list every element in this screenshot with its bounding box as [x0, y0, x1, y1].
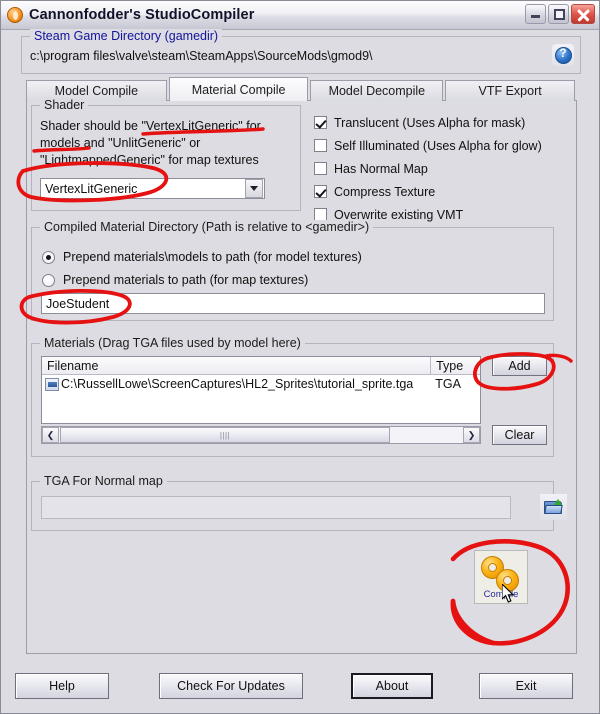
radio-prepend-materials-models[interactable]: Prepend materials\models to path (for mo…: [42, 250, 362, 264]
checkbox-self-illuminated-box[interactable]: [314, 139, 327, 152]
scrollbar-track[interactable]: [390, 427, 463, 443]
help-icon-button[interactable]: ?: [552, 44, 574, 66]
checkbox-compress-texture-label: Compress Texture: [334, 184, 436, 199]
checkbox-has-normal-map[interactable]: Has Normal Map: [314, 157, 579, 180]
materials-legend: Materials (Drag TGA files used by model …: [40, 336, 305, 350]
tab-model-decompile[interactable]: Model Decompile: [310, 80, 444, 101]
scroll-right-icon[interactable]: ❯: [463, 427, 480, 443]
scrollbar-thumb[interactable]: ||||: [60, 427, 390, 443]
materials-group: Materials (Drag TGA files used by model …: [31, 336, 554, 457]
add-button[interactable]: Add: [492, 356, 547, 376]
scrollbar-grip-icon: ||||: [219, 430, 231, 440]
radio-prepend-materials-models-dot[interactable]: [42, 250, 55, 264]
shader-select-value: VertexLitGeneric: [45, 181, 138, 196]
exit-button[interactable]: Exit: [479, 673, 573, 699]
title-bar: Cannonfodder's StudioCompiler: [1, 1, 599, 30]
browse-folder-button[interactable]: [540, 494, 567, 520]
radio-prepend-materials[interactable]: Prepend materials to path (for map textu…: [42, 273, 308, 287]
chevron-down-icon[interactable]: [245, 179, 263, 198]
tga-file-icon: [45, 377, 59, 391]
table-row[interactable]: C:\RussellLowe\ScreenCaptures\HL2_Sprite…: [42, 375, 480, 393]
column-header-filename[interactable]: Filename: [42, 357, 432, 374]
tab-strip: Model Compile Material Compile Model Dec…: [26, 77, 577, 101]
shader-description: Shader should be "VertexLitGeneric" for …: [40, 119, 261, 167]
application-window: Cannonfodder's StudioCompiler Steam Game…: [0, 0, 600, 714]
compiled-material-directory-group: Compiled Material Directory (Path is rel…: [31, 220, 554, 321]
minimize-button[interactable]: [525, 4, 546, 24]
maximize-button[interactable]: [548, 4, 569, 24]
cell-filename: C:\RussellLowe\ScreenCaptures\HL2_Sprite…: [61, 377, 414, 391]
tga-normal-map-legend: TGA For Normal map: [40, 474, 167, 488]
shader-select[interactable]: VertexLitGeneric: [40, 178, 265, 199]
compile-button-label: Compile: [483, 589, 519, 600]
gamedir-path-text: c:\program files\valve\steam\SteamApps\S…: [30, 49, 373, 63]
checkbox-has-normal-map-label: Has Normal Map: [334, 161, 428, 176]
tab-material-compile[interactable]: Material Compile: [168, 77, 309, 101]
material-directory-input[interactable]: JoeStudent: [41, 293, 545, 314]
tga-normal-map-group: TGA For Normal map: [31, 474, 567, 531]
steam-game-directory-group: Steam Game Directory (gamedir) c:\progra…: [21, 29, 581, 74]
steam-game-directory-legend: Steam Game Directory (gamedir): [30, 29, 223, 43]
compile-button[interactable]: Compile: [474, 550, 528, 604]
shader-legend: Shader: [40, 98, 89, 112]
materials-list-header: Filename Type: [42, 357, 480, 375]
clear-button[interactable]: Clear: [492, 425, 547, 445]
cell-type: TGA: [435, 377, 461, 391]
help-button[interactable]: Help: [15, 673, 109, 699]
checkbox-translucent[interactable]: Translucent (Uses Alpha for mask): [314, 111, 579, 134]
question-mark-icon: ?: [554, 46, 572, 64]
close-button[interactable]: [571, 4, 595, 24]
shader-group: Shader Shader should be "VertexLitGeneri…: [31, 98, 301, 211]
checkbox-translucent-box[interactable]: [314, 116, 327, 129]
open-folder-icon: [544, 499, 563, 515]
checkbox-compress-texture[interactable]: Compress Texture: [314, 180, 579, 203]
checkbox-compress-texture-box[interactable]: [314, 185, 327, 198]
about-button[interactable]: About: [351, 673, 433, 699]
tab-vtf-export[interactable]: VTF Export: [445, 80, 575, 101]
checkbox-translucent-label: Translucent (Uses Alpha for mask): [334, 115, 526, 130]
radio-prepend-materials-models-label: Prepend materials\models to path (for mo…: [63, 250, 362, 264]
scroll-left-icon[interactable]: ❮: [42, 427, 59, 443]
checkbox-self-illuminated-label: Self Illuminated (Uses Alpha for glow): [334, 138, 542, 153]
tga-normal-map-input[interactable]: [41, 496, 511, 519]
window-title: Cannonfodder's StudioCompiler: [29, 7, 255, 23]
column-header-type[interactable]: Type: [431, 357, 480, 374]
material-directory-input-value: JoeStudent: [46, 296, 110, 311]
flame-icon: [7, 7, 23, 23]
radio-prepend-materials-label: Prepend materials to path (for map textu…: [63, 273, 309, 287]
materials-list[interactable]: Filename Type C:\RussellLowe\ScreenCaptu…: [41, 356, 481, 424]
check-for-updates-button[interactable]: Check For Updates: [159, 673, 303, 699]
materials-horizontal-scrollbar[interactable]: ❮ |||| ❯: [41, 426, 481, 444]
radio-prepend-materials-dot[interactable]: [42, 273, 55, 287]
compiled-material-directory-legend: Compiled Material Directory (Path is rel…: [40, 220, 374, 234]
checkbox-self-illuminated[interactable]: Self Illuminated (Uses Alpha for glow): [314, 134, 579, 157]
checkbox-has-normal-map-box[interactable]: [314, 162, 327, 175]
material-options-checkbox-group: Translucent (Uses Alpha for mask) Self I…: [314, 111, 579, 226]
window-controls: [525, 4, 595, 24]
